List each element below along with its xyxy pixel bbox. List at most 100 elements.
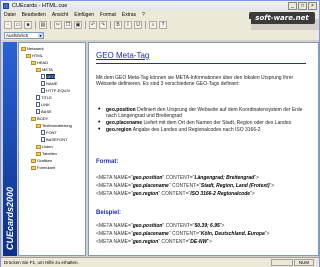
menu-bearbeiten[interactable]: Bearbeiten <box>22 12 46 18</box>
title-divider <box>96 63 306 64</box>
code-pre: <META NAME=" <box>96 239 133 245</box>
list-item: geo.region Angabe des Landes und Regiona… <box>96 127 306 133</box>
tree-item-label: Tabellen <box>42 151 57 156</box>
example-heading: Beispiel: <box>96 210 122 216</box>
tag-description: Angabe des Landes und Regionalcodes nach… <box>132 127 261 133</box>
code-mid: " CONTENT=" <box>158 191 191 197</box>
tree-item-label: FONT <box>46 130 57 135</box>
menu-extras[interactable]: Extras <box>122 12 136 18</box>
tree-item-link[interactable]: LINK <box>36 102 50 107</box>
undo-icon[interactable]: ↶ <box>89 20 97 29</box>
new-icon[interactable]: ▫ <box>4 20 12 29</box>
page-title: GEO Meta-Tag <box>96 51 150 60</box>
code-name: geo.placename <box>132 183 169 189</box>
status-text: Drücken Sie F1, um Hilfe zu erhalten. <box>4 260 79 265</box>
tree-item-head[interactable]: HEAD <box>31 60 48 65</box>
content-pane: GEO Meta-Tag Mit dem GEO Meta-Tag können… <box>88 42 319 256</box>
page-icon <box>36 95 40 100</box>
tree-item-netzwerk[interactable]: Netzwerk <box>21 46 44 51</box>
tree-item-name[interactable]: NAME <box>41 81 58 86</box>
tree-item-meta[interactable]: META <box>36 67 53 72</box>
bold-icon[interactable]: B <box>114 20 122 29</box>
chevron-down-icon[interactable]: ▾ <box>38 32 43 38</box>
cut-icon[interactable]: ✂ <box>54 20 62 29</box>
folder-icon <box>36 144 41 149</box>
folder-icon <box>36 123 41 128</box>
code-mid: " CONTENT=" <box>162 223 195 229</box>
underline-icon[interactable]: U <box>134 20 142 29</box>
page-icon <box>41 81 45 86</box>
page-icon <box>36 102 40 107</box>
tree-item-font[interactable]: FONT <box>41 130 57 135</box>
folder-icon <box>21 46 26 51</box>
code-mid: " CONTENT=" <box>162 175 195 181</box>
tree-item-geo[interactable]: GEO <box>41 74 55 79</box>
format-heading: Format: <box>96 159 119 165</box>
status-position <box>271 259 293 266</box>
folder-icon <box>36 151 41 156</box>
help-icon[interactable]: ? <box>159 20 167 29</box>
tree-item-title[interactable]: TITLE <box>36 95 52 100</box>
topic-tree[interactable]: Netzwerk HTML HEAD META GEO NAME HTTP-EQUIV TIT… <box>18 42 86 256</box>
tree-item-listen[interactable]: Listen <box>36 144 53 149</box>
status-bar: Drücken Sie F1, um Hilfe zu erhalten. NU… <box>1 257 319 267</box>
page-icon <box>41 88 45 93</box>
copy-icon[interactable]: ❐ <box>64 20 72 29</box>
code-mid: " CONTENT=" <box>158 239 191 245</box>
tree-item-label: META <box>42 67 53 72</box>
view-mode-select[interactable]: Ausführlich ▾ <box>4 31 44 39</box>
tree-item-tabellen[interactable]: Tabellen <box>36 151 57 156</box>
paste-icon[interactable]: ▣ <box>74 20 82 29</box>
save-icon[interactable]: ■ <box>24 20 32 29</box>
print-icon[interactable]: ▤ <box>39 20 47 29</box>
soft-ware-logo: soft-ware.net <box>249 12 315 24</box>
folder-icon <box>31 165 36 170</box>
redo-icon[interactable]: ↷ <box>99 20 107 29</box>
tree-item-textformatierung[interactable]: Textformatierung <box>36 123 72 128</box>
intro-paragraph: Mit dem GEO Meta-Tag können sie META-Inf… <box>96 75 294 87</box>
tree-item-grafiken[interactable]: Grafiken <box>31 158 52 163</box>
tree-item-label: TITLE <box>41 95 52 100</box>
folder-icon <box>31 60 36 65</box>
tree-item-formulare[interactable]: Formulare <box>31 165 55 170</box>
code-val: 50.39; 6.95 <box>194 223 220 229</box>
open-icon[interactable]: ▭ <box>14 20 22 29</box>
view-mode-value: Ausführlich <box>6 32 29 38</box>
app-icon <box>3 3 9 9</box>
tree-item-label: Netzwerk <box>27 46 44 51</box>
tree-item-http-equiv[interactable]: HTTP-EQUIV <box>41 88 70 93</box>
close-button[interactable]: × <box>308 2 317 10</box>
page-icon <box>41 137 45 142</box>
code-line: <META NAME="geo.region" CONTENT="ISO 316… <box>96 191 306 197</box>
code-val: ISO 3166-2 Regionalcode <box>190 191 251 197</box>
maximize-button[interactable]: □ <box>298 2 307 10</box>
italic-icon[interactable]: I <box>124 20 132 29</box>
page-icon <box>41 74 45 79</box>
code-post: "> <box>269 183 275 189</box>
tree-item-label: HTML <box>32 53 43 58</box>
minimize-button[interactable]: _ <box>288 2 297 10</box>
code-post: "> <box>254 175 259 181</box>
menu-help[interactable]: ? <box>142 12 145 18</box>
format-code: <META NAME="geo.position" CONTENT="Länge… <box>96 175 306 199</box>
toolbar-separator <box>50 20 51 29</box>
code-pre: <META NAME=" <box>96 183 133 189</box>
tag-term: geo.region <box>106 127 132 133</box>
tree-item-html[interactable]: HTML <box>26 53 43 58</box>
code-name: geo.position <box>132 175 163 181</box>
code-pre: <META NAME=" <box>96 191 133 197</box>
tree-item-label: BASE <box>41 109 52 114</box>
code-pre: <META NAME=" <box>96 175 133 181</box>
list-item: geo.placename Liefert mit dem Ort den Na… <box>96 120 306 126</box>
menu-einfuegen[interactable]: Einfügen <box>74 12 94 18</box>
menu-ansicht[interactable]: Ansicht <box>52 12 68 18</box>
menu-format[interactable]: Format <box>100 12 116 18</box>
tree-item-base[interactable]: BASE <box>36 109 52 114</box>
window-title: CUEcards - HTML.cue <box>12 3 68 9</box>
tree-item-label: Listen <box>42 144 53 149</box>
find-icon[interactable]: ⌕ <box>149 20 157 29</box>
tree-item-basefont[interactable]: BASEFONT <box>41 137 68 142</box>
brand-label: CUEcards2000 <box>5 186 15 250</box>
tree-item-body[interactable]: BODY <box>31 116 48 121</box>
menu-datei[interactable]: Datei <box>4 12 16 18</box>
